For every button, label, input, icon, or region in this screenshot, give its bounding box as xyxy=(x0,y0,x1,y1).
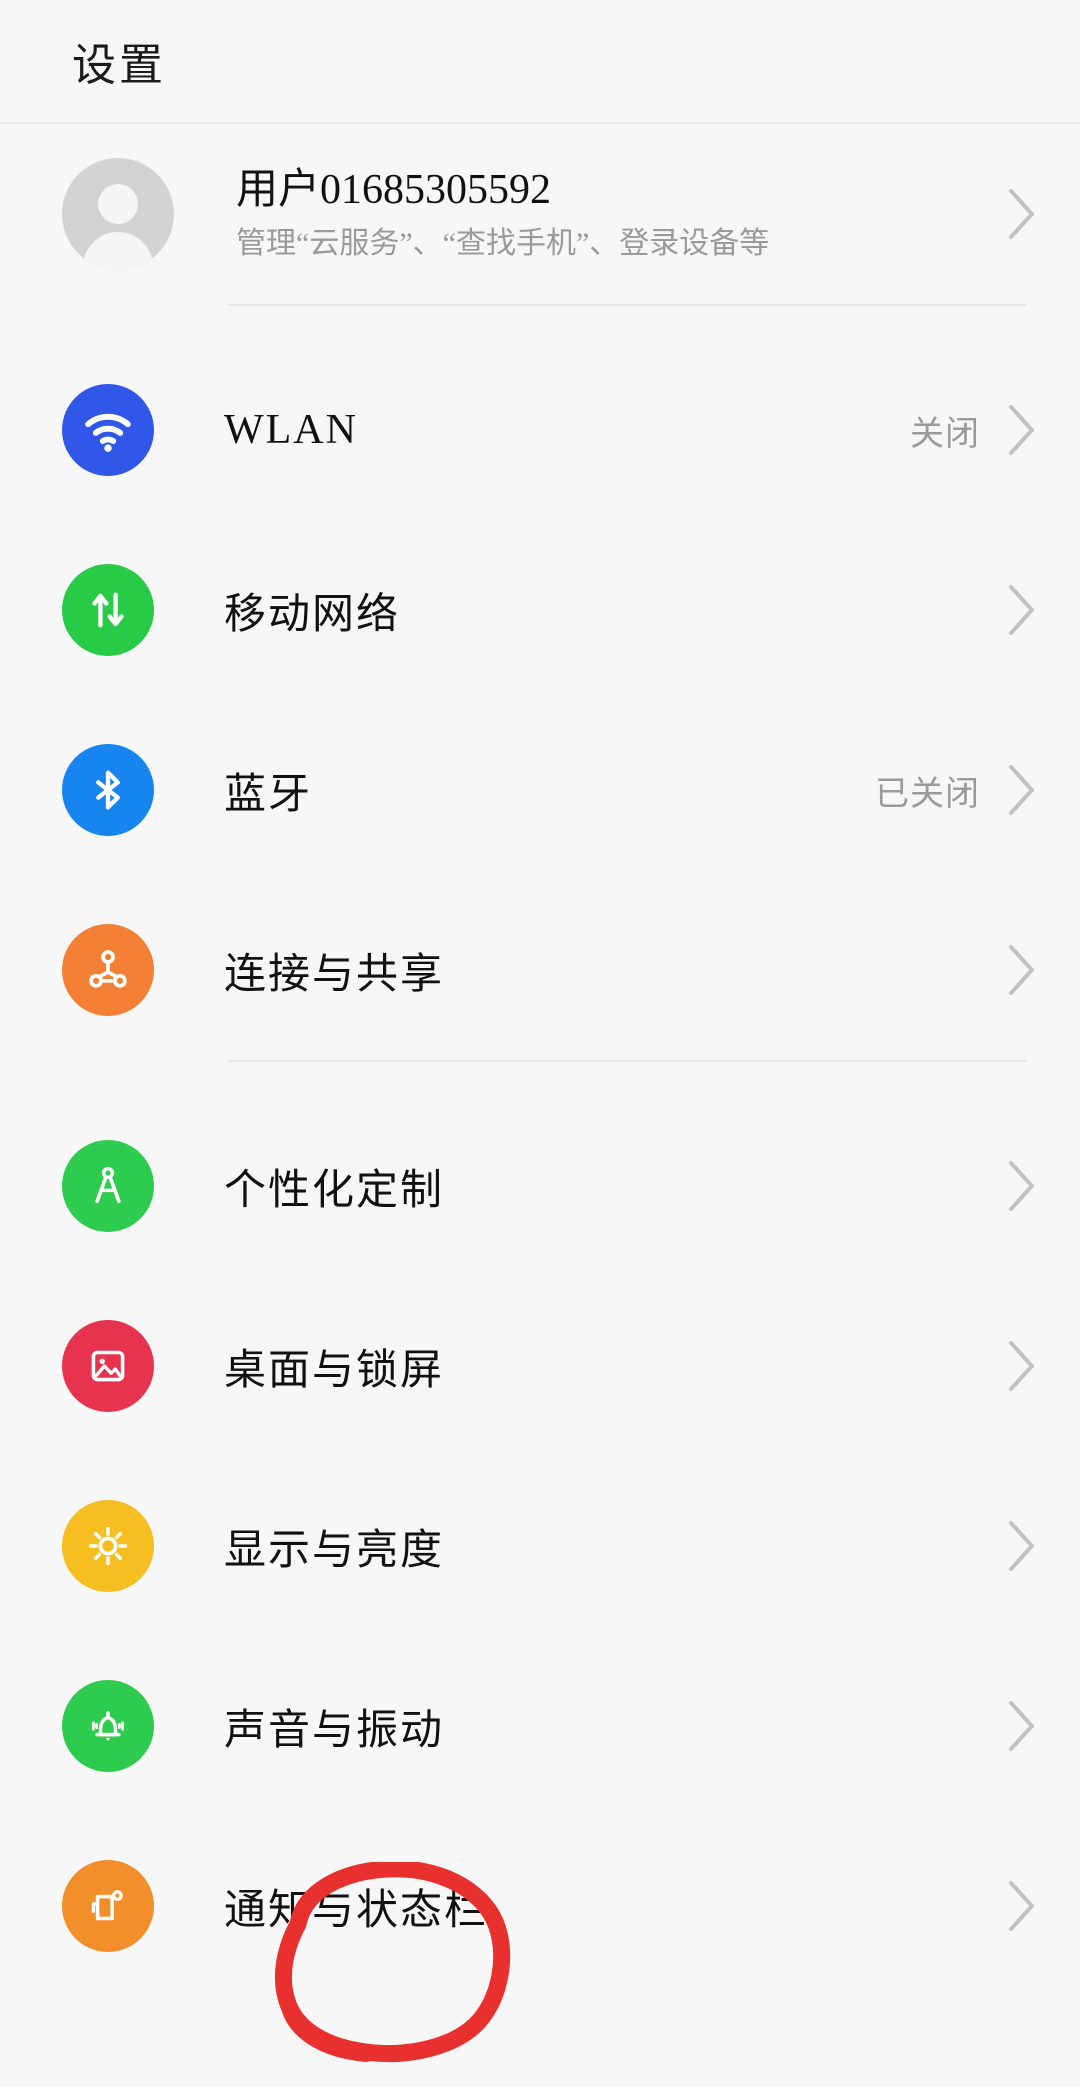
bluetooth-icon xyxy=(62,744,154,836)
chevron-right-icon xyxy=(1006,1338,1040,1394)
settings-row-label: 移动网络 xyxy=(224,591,401,638)
settings-row-bluetooth[interactable]: 蓝牙 已关闭 xyxy=(0,700,1080,880)
chevron-right-icon xyxy=(1006,402,1040,458)
account-username: 用户01685305592 xyxy=(236,166,552,213)
bell-vibration-icon xyxy=(62,1680,154,1772)
notification-badge-icon xyxy=(62,1860,154,1952)
settings-row-label: WLAN xyxy=(224,407,358,453)
settings-row-connection-sharing[interactable]: 连接与共享 xyxy=(0,880,1080,1060)
mobile-data-arrows-icon xyxy=(62,564,154,656)
wallpaper-image-icon xyxy=(62,1320,154,1412)
settings-row-label: 连接与共享 xyxy=(224,951,445,998)
compass-drafting-icon xyxy=(62,1140,154,1232)
avatar-head xyxy=(98,184,138,224)
chevron-right-icon xyxy=(1006,1698,1040,1754)
share-nodes-icon xyxy=(62,924,154,1016)
settings-row-label: 显示与亮度 xyxy=(224,1527,445,1574)
account-text-block: 用户01685305592 管理“云服务”、“查找手机”、登录设备等 xyxy=(236,164,994,265)
settings-row-wallpaper-lockscreen[interactable]: 桌面与锁屏 xyxy=(0,1276,1080,1456)
page-title: 设置 xyxy=(72,41,166,90)
settings-row-value: 关闭 xyxy=(910,415,980,453)
group-gap-middle xyxy=(0,1062,1080,1096)
settings-row-personalization[interactable]: 个性化定制 xyxy=(0,1096,1080,1276)
chevron-right-icon xyxy=(1006,1518,1040,1574)
settings-row-label: 个性化定制 xyxy=(224,1167,445,1214)
avatar-body xyxy=(83,232,153,270)
brightness-sun-icon xyxy=(62,1500,154,1592)
account-row[interactable]: 用户01685305592 管理“云服务”、“查找手机”、登录设备等 xyxy=(0,124,1080,304)
wifi-icon xyxy=(62,384,154,476)
settings-row-display-brightness[interactable]: 显示与亮度 xyxy=(0,1456,1080,1636)
settings-group-connectivity: WLAN 关闭 移动网络 蓝牙 已关闭 连接与共享 xyxy=(0,340,1080,1060)
settings-row-wlan[interactable]: WLAN 关闭 xyxy=(0,340,1080,520)
chevron-right-icon xyxy=(1006,1878,1040,1934)
settings-row-mobile-network[interactable]: 移动网络 xyxy=(0,520,1080,700)
settings-row-label: 桌面与锁屏 xyxy=(224,1347,445,1394)
settings-row-sound-vibration[interactable]: 声音与振动 xyxy=(0,1636,1080,1816)
settings-row-label: 蓝牙 xyxy=(224,771,313,818)
chevron-right-icon xyxy=(1006,582,1040,638)
settings-row-notifications-statusbar[interactable]: 通知与状态栏 xyxy=(0,1816,1080,1996)
settings-group-personalization: 个性化定制 桌面与锁屏 显示与亮度 声音与振动 通知与状态栏 xyxy=(0,1096,1080,1996)
chevron-right-icon xyxy=(1006,942,1040,998)
page-header: 设置 xyxy=(0,0,1080,124)
person-avatar-icon xyxy=(62,158,174,270)
group-gap-top xyxy=(0,306,1080,340)
chevron-right-icon xyxy=(1006,1158,1040,1214)
chevron-right-icon xyxy=(1006,762,1040,818)
settings-row-label: 声音与振动 xyxy=(224,1707,445,1754)
account-subtitle: 管理“云服务”、“查找手机”、登录设备等 xyxy=(236,227,770,260)
settings-row-label: 通知与状态栏 xyxy=(224,1887,489,1934)
settings-row-value: 已关闭 xyxy=(875,775,980,813)
chevron-right-icon xyxy=(1006,186,1040,242)
